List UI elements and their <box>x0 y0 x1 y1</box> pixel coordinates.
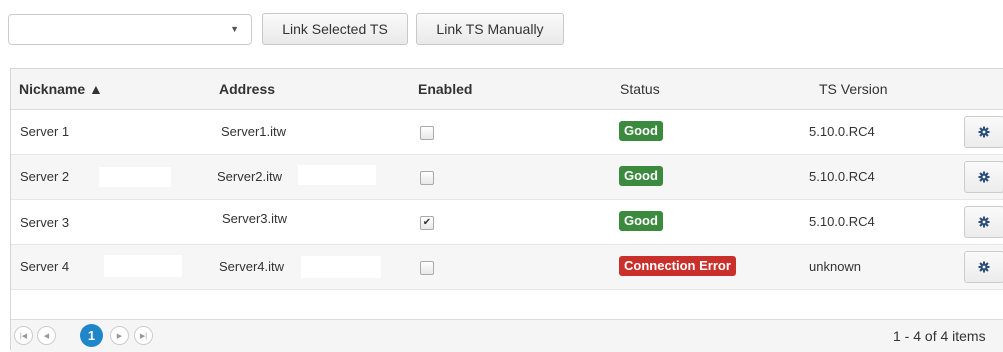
column-header-status[interactable]: Status <box>620 81 660 97</box>
enabled-checkbox[interactable] <box>420 171 434 185</box>
column-header-enabled[interactable]: Enabled <box>418 81 472 97</box>
cell-ts-version: 5.10.0.RC4 <box>809 214 875 229</box>
gear-icon <box>978 171 990 183</box>
cell-ts-version: 5.10.0.RC4 <box>809 169 875 184</box>
cell-nickname: Server 1 <box>20 124 70 139</box>
redacted-area <box>104 255 182 277</box>
gear-icon <box>978 261 990 273</box>
enabled-checkbox[interactable] <box>420 261 434 275</box>
redacted-area <box>301 256 381 278</box>
column-header-nickname[interactable]: Nickname ▲ <box>19 81 103 97</box>
status-badge: Good <box>619 121 663 141</box>
grid-header: Nickname ▲ Address Enabled Status TS Ver… <box>11 69 1003 110</box>
current-page-button[interactable]: 1 <box>80 324 103 347</box>
cell-address: Server1.itw <box>221 124 287 139</box>
column-header-ts-version[interactable]: TS Version <box>819 81 887 97</box>
cell-address: Server4.itw <box>219 259 285 274</box>
table-row[interactable]: Server 3 Server3.itw ✔ Good 5.10.0.RC4 <box>11 200 1003 245</box>
status-badge: Connection Error <box>619 256 736 276</box>
status-badge: Good <box>619 211 663 231</box>
column-header-address[interactable]: Address <box>219 81 275 97</box>
toolbar: ▼ Link Selected TS Link TS Manually <box>8 12 564 46</box>
settings-button[interactable] <box>964 251 1003 283</box>
cell-address: Server3.itw <box>222 211 288 226</box>
cell-ts-version: unknown <box>809 259 862 274</box>
previous-page-icon[interactable]: ◀ <box>37 326 56 345</box>
gear-icon <box>978 126 990 138</box>
dropdown-arrow-icon: ▼ <box>230 23 239 34</box>
table-row[interactable]: Server 2 Server2.itw Good 5.10.0.RC4 <box>11 155 1003 200</box>
gear-icon <box>978 216 990 228</box>
last-page-icon[interactable]: ▶| <box>134 326 153 345</box>
cell-nickname: Server 2 <box>20 169 70 184</box>
servers-grid: Nickname ▲ Address Enabled Status TS Ver… <box>10 68 1003 352</box>
table-row[interactable]: Server 1 Server1.itw Good 5.10.0.RC4 <box>11 110 1003 155</box>
next-page-icon[interactable]: ▶ <box>110 326 129 345</box>
ts-select[interactable]: ▼ <box>8 13 252 45</box>
cell-nickname: Server 3 <box>20 215 70 230</box>
cell-ts-version: 5.10.0.RC4 <box>809 124 875 139</box>
cell-nickname: Server 4 <box>20 259 70 274</box>
settings-button[interactable] <box>964 116 1003 148</box>
status-badge: Good <box>619 166 663 186</box>
redacted-area <box>99 167 171 187</box>
redacted-area <box>298 165 376 185</box>
cell-address: Server2.itw <box>217 169 283 184</box>
settings-button[interactable] <box>964 161 1003 193</box>
pager-info: 1 - 4 of 4 items <box>893 328 986 344</box>
settings-button[interactable] <box>964 206 1003 238</box>
enabled-checkbox[interactable] <box>420 126 434 140</box>
pager: |◀ ◀ 1 ▶ ▶| 1 - 4 of 4 items <box>11 319 1003 352</box>
table-row[interactable]: Server 4 Server4.itw Connection Error un… <box>11 245 1003 290</box>
enabled-checkbox-checked[interactable]: ✔ <box>420 216 434 230</box>
link-selected-ts-button[interactable]: Link Selected TS <box>262 13 408 45</box>
first-page-icon[interactable]: |◀ <box>14 326 33 345</box>
link-ts-manually-button[interactable]: Link TS Manually <box>416 13 564 45</box>
